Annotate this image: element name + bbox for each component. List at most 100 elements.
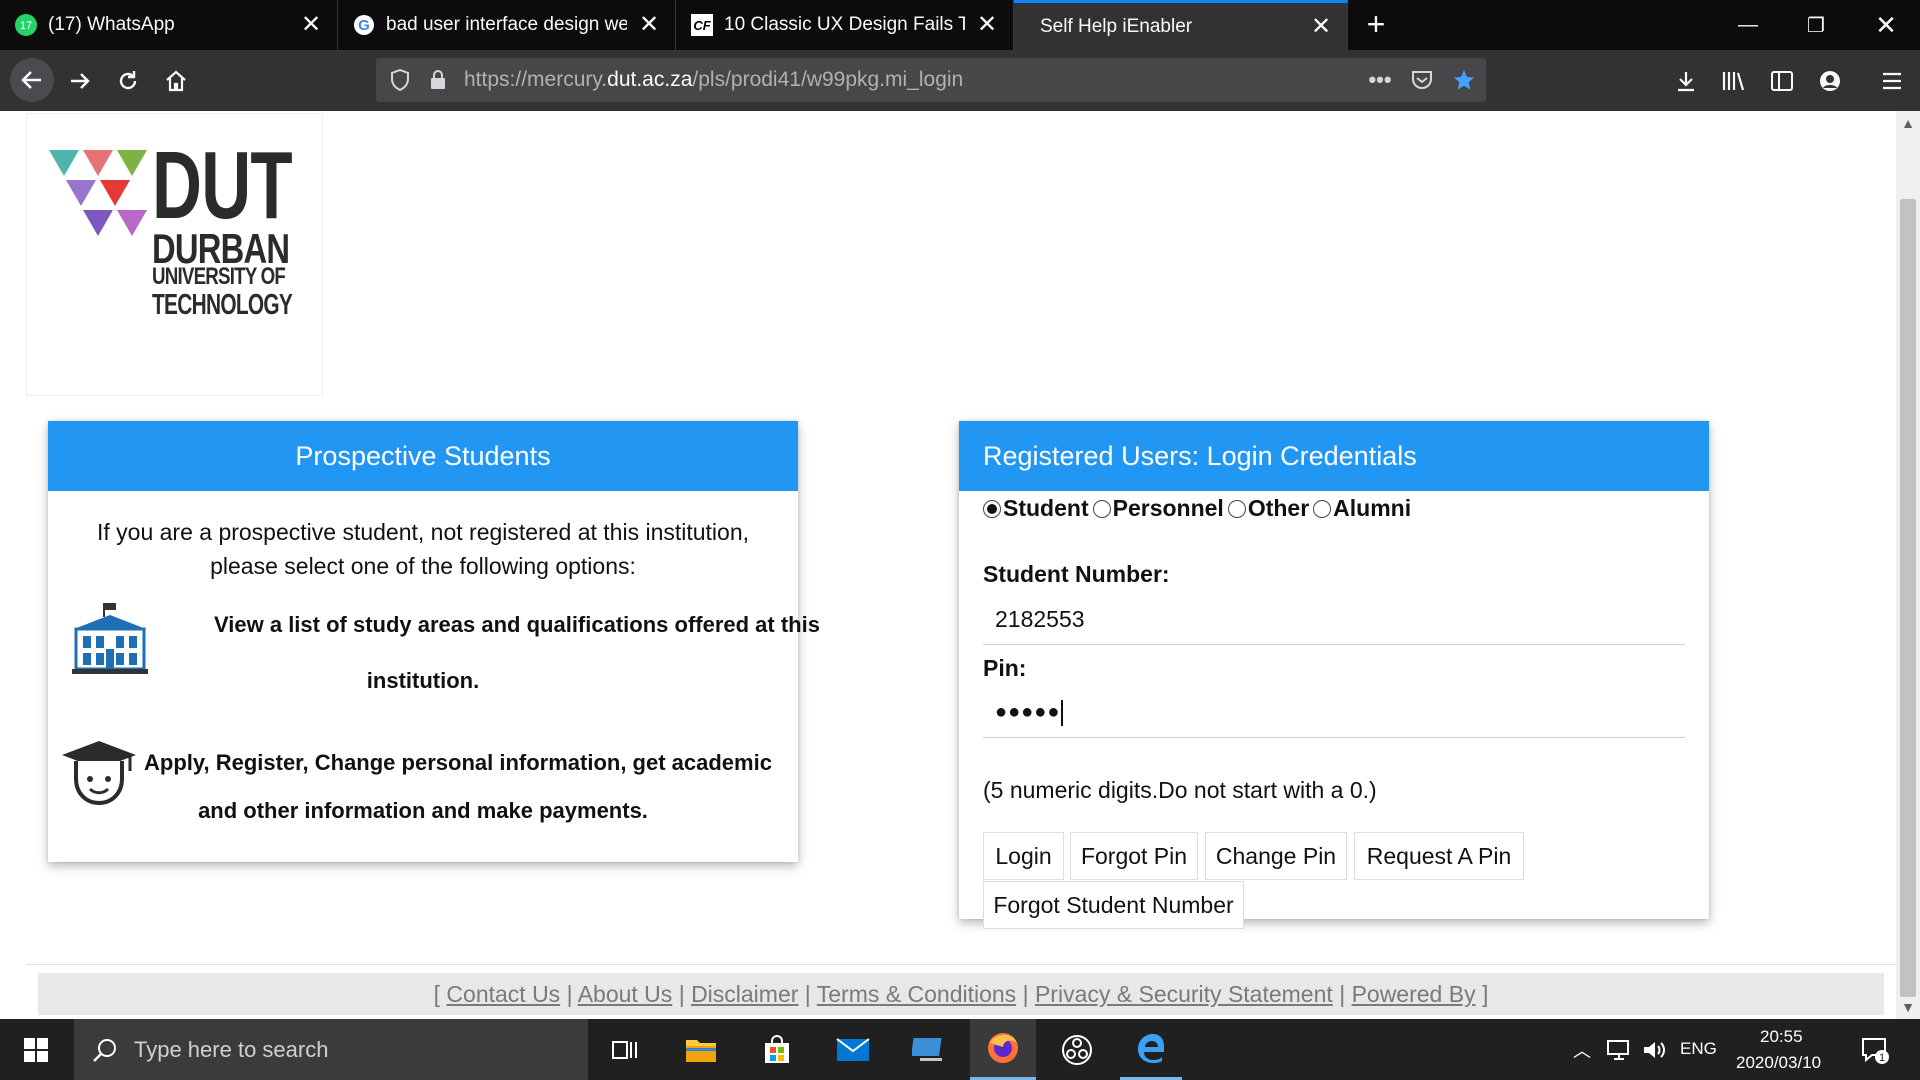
login-button[interactable]: Login [983, 832, 1064, 880]
page-scrollbar[interactable]: ▲ ▼ [1896, 111, 1920, 1019]
firefox-button[interactable] [970, 1019, 1036, 1080]
personnel-radio[interactable] [1092, 499, 1111, 518]
scrollbar-thumb[interactable] [1900, 199, 1916, 997]
task-view-icon [612, 1040, 637, 1059]
disclaimer-link[interactable]: Disclaimer [691, 981, 798, 1007]
menu-button[interactable] [1872, 61, 1912, 101]
tab-whatsapp[interactable]: 17 (17) WhatsApp ✕ [0, 0, 338, 50]
close-tab-icon[interactable]: ✕ [299, 13, 323, 37]
alumni-radio-label[interactable]: Alumni [1333, 495, 1411, 522]
pocket-icon[interactable] [1410, 68, 1434, 92]
tab-google-search[interactable]: G bad user interface design webs ✕ [338, 0, 676, 50]
show-hidden-icons-chevron-icon[interactable]: ︿ [1568, 1019, 1596, 1080]
home-button[interactable] [156, 61, 196, 101]
forward-button[interactable] [60, 61, 100, 101]
firefox-icon [988, 1033, 1018, 1063]
alumni-radio[interactable] [1313, 499, 1332, 518]
scroll-down-arrow-icon[interactable]: ▼ [1896, 995, 1920, 1019]
logo-dut-text: DUT [152, 132, 293, 239]
download-icon [1678, 72, 1694, 92]
input-language-indicator[interactable]: ENG [1680, 1039, 1717, 1059]
edge-button[interactable] [1120, 1019, 1182, 1080]
back-button[interactable] [10, 58, 54, 102]
library-icon [1722, 72, 1745, 91]
pin-label: Pin: [983, 655, 1027, 681]
lock-icon[interactable] [426, 68, 450, 92]
apply-register-link-continued[interactable]: and other information and make payments. [48, 787, 798, 835]
tab-self-help-ienabler[interactable]: Self Help iEnabler ✕ [1014, 0, 1348, 50]
notifications-icon: 1 [1862, 1037, 1889, 1064]
windows-logo-icon [24, 1037, 48, 1062]
windows-taskbar: Type here to search ︿ ENG 20:55 2020/03/… [0, 1019, 1920, 1080]
tab-title: (17) WhatsApp [48, 14, 175, 35]
footer-bracket-open: [ [433, 981, 441, 1007]
student-radio-label[interactable]: Student [1003, 495, 1089, 522]
study-areas-link-continued[interactable]: institution. [48, 653, 798, 709]
remote-desktop-button[interactable] [898, 1019, 960, 1080]
student-radio[interactable] [983, 499, 1001, 518]
forgot-student-number-button[interactable]: Forgot Student Number [983, 881, 1244, 929]
close-tab-icon[interactable]: ✕ [637, 13, 661, 37]
dut-logo: DUT DURBAN UNIVERSITY OF TECHNOLOGY [26, 113, 323, 396]
volume-icon[interactable] [1640, 1019, 1670, 1080]
login-heading: Registered Users: Login Credentials [959, 421, 1709, 491]
tab-ux-fails[interactable]: CF 10 Classic UX Design Fails That ✕ [676, 0, 1014, 50]
obs-button[interactable] [1046, 1019, 1108, 1080]
page-actions-icon[interactable]: ••• [1368, 67, 1392, 92]
clock-date[interactable]: 2020/03/10 [1736, 1053, 1821, 1073]
study-areas-link[interactable]: View a list of study areas and qualifica… [214, 597, 850, 653]
logo-technology-text: TECHNOLOGY [152, 289, 293, 321]
network-icon[interactable] [1604, 1019, 1634, 1080]
shield-icon[interactable] [388, 68, 412, 92]
mail-button[interactable] [822, 1019, 884, 1080]
bookmark-star-icon[interactable] [1452, 68, 1476, 92]
request-pin-button[interactable]: Request A Pin [1354, 832, 1524, 880]
back-arrow-icon [21, 71, 41, 89]
library-button[interactable] [1714, 61, 1754, 101]
close-tab-icon[interactable]: ✕ [1309, 14, 1333, 39]
address-bar[interactable]: https://mercury.dut.ac.za/pls/prodi41/w9… [376, 58, 1486, 102]
privacy-security-link[interactable]: Privacy & Security Statement [1035, 981, 1333, 1007]
reload-icon [119, 71, 137, 90]
page-content: DUT DURBAN UNIVERSITY OF TECHNOLOGY Pros… [0, 111, 1896, 1019]
close-window-icon[interactable]: ✕ [1852, 0, 1920, 50]
downloads-button[interactable] [1666, 61, 1706, 101]
microsoft-store-button[interactable] [746, 1019, 808, 1080]
terms-conditions-link[interactable]: Terms & Conditions [817, 981, 1016, 1007]
clock-time[interactable]: 20:55 [1760, 1027, 1803, 1047]
change-pin-button[interactable]: Change Pin [1205, 832, 1347, 880]
footer-separator: | [804, 981, 811, 1007]
sidebar-button[interactable] [1762, 61, 1802, 101]
pin-input[interactable]: ●●●●● [983, 688, 1685, 738]
powered-by-link[interactable]: Powered By [1352, 981, 1476, 1007]
search-icon [93, 1038, 116, 1062]
new-tab-button[interactable]: + [1360, 8, 1392, 41]
browser-navigation-bar: https://mercury.dut.ac.za/pls/prodi41/w9… [0, 50, 1920, 111]
minimize-window-icon[interactable]: — [1714, 0, 1782, 50]
restore-window-icon[interactable]: ❐ [1782, 0, 1850, 50]
svg-text:G: G [358, 17, 370, 34]
footer-links: [ Contact Us | About Us | Disclaimer | T… [38, 973, 1884, 1015]
other-radio-label[interactable]: Other [1248, 495, 1309, 522]
logo-university-text: UNIVERSITY OF [152, 263, 286, 290]
apply-register-link[interactable]: Apply, Register, Change personal informa… [144, 739, 844, 787]
student-number-input[interactable]: 2182553 [983, 595, 1685, 645]
account-button[interactable] [1810, 61, 1850, 101]
other-radio[interactable] [1227, 499, 1246, 518]
close-tab-icon[interactable]: ✕ [975, 13, 999, 37]
forgot-pin-button[interactable]: Forgot Pin [1070, 832, 1198, 880]
about-us-link[interactable]: About Us [578, 981, 673, 1007]
prospective-students-heading: Prospective Students [48, 421, 798, 491]
contact-us-link[interactable]: Contact Us [446, 981, 560, 1007]
scroll-up-arrow-icon[interactable]: ▲ [1896, 111, 1920, 135]
user-type-radio-group: Student Personnel Other Alumni [983, 495, 1415, 522]
taskbar-search-box[interactable]: Type here to search [74, 1019, 588, 1080]
personnel-radio-label[interactable]: Personnel [1113, 495, 1224, 522]
reload-button[interactable] [108, 61, 148, 101]
obs-icon [1062, 1034, 1092, 1065]
svg-text:17: 17 [20, 20, 32, 32]
start-button[interactable] [0, 1019, 72, 1080]
action-center-button[interactable]: 1 [1852, 1019, 1898, 1080]
task-view-button[interactable] [594, 1019, 656, 1080]
file-explorer-button[interactable] [670, 1019, 732, 1080]
